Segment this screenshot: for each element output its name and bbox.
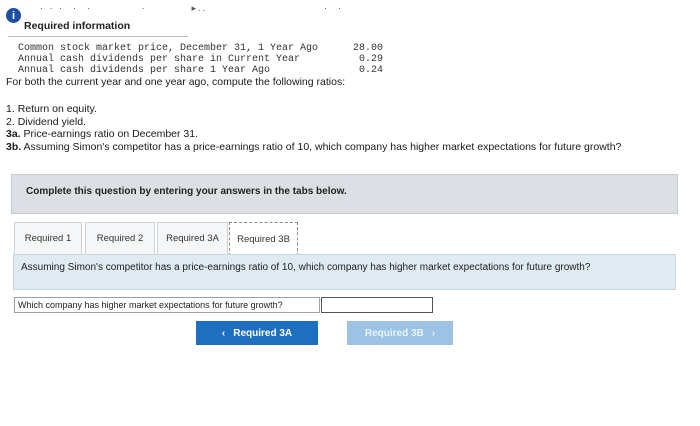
- question-content-text: Assuming Simon's competitor has a price-…: [21, 262, 591, 273]
- question-number: 3b.: [6, 140, 22, 153]
- ratios-prompt: For both the current year and one year a…: [6, 76, 346, 88]
- data-line-label: Annual cash dividends per share in Curre…: [18, 54, 301, 65]
- question-number: 1.: [6, 103, 15, 115]
- data-line-label: Annual cash dividends per share 1 Year A…: [18, 65, 271, 76]
- tab-required-3b[interactable]: Required 3B: [229, 222, 298, 256]
- next-button-label: Required 3B: [364, 327, 424, 339]
- question-text: Price-earnings ratio on December 31.: [23, 128, 199, 140]
- data-line-value: 28.00: [352, 43, 383, 54]
- tab-required-2[interactable]: Required 2: [85, 222, 155, 255]
- question-number: 3a.: [6, 128, 21, 140]
- question-text: Dividend yield.: [17, 115, 86, 128]
- data-line-value: 0.24: [358, 65, 383, 76]
- question-text: Assuming Simon's competitor has a price-…: [23, 140, 622, 153]
- data-line-label: Common stock market price, December 31, …: [18, 43, 319, 54]
- cropped-top-text: · · · · · · ▸.. · ·: [40, 3, 344, 13]
- required-information-title: Required information: [24, 20, 131, 32]
- question-number: 2.: [6, 115, 15, 128]
- next-button[interactable]: Required 3B ›: [347, 321, 453, 345]
- title-divider: [8, 36, 188, 37]
- list-item: 3b. Assuming Simon's competitor has a pr…: [6, 141, 621, 154]
- tab-required-3a[interactable]: Required 3A: [157, 222, 228, 255]
- tab-required-1[interactable]: Required 1: [14, 222, 82, 255]
- previous-button[interactable]: ‹ Required 3A: [196, 321, 318, 345]
- question-text: Return on equity.: [17, 103, 97, 115]
- list-item: 2. Dividend yield.: [6, 116, 621, 129]
- chevron-left-icon: ‹: [221, 327, 226, 339]
- list-item: 3a. Price-earnings ratio on December 31.: [6, 128, 621, 141]
- previous-button-label: Required 3A: [233, 327, 293, 339]
- question-list: 1. Return on equity. 2. Dividend yield. …: [6, 103, 621, 153]
- instruction-text: Complete this question by entering your …: [26, 186, 347, 197]
- answer-input[interactable]: [321, 297, 433, 313]
- data-line-value: 0.29: [358, 54, 383, 65]
- chevron-right-icon: ›: [431, 327, 436, 339]
- list-item: 1. Return on equity.: [6, 103, 621, 116]
- info-icon: i: [6, 8, 21, 23]
- answer-label: Which company has higher market expectat…: [14, 297, 320, 313]
